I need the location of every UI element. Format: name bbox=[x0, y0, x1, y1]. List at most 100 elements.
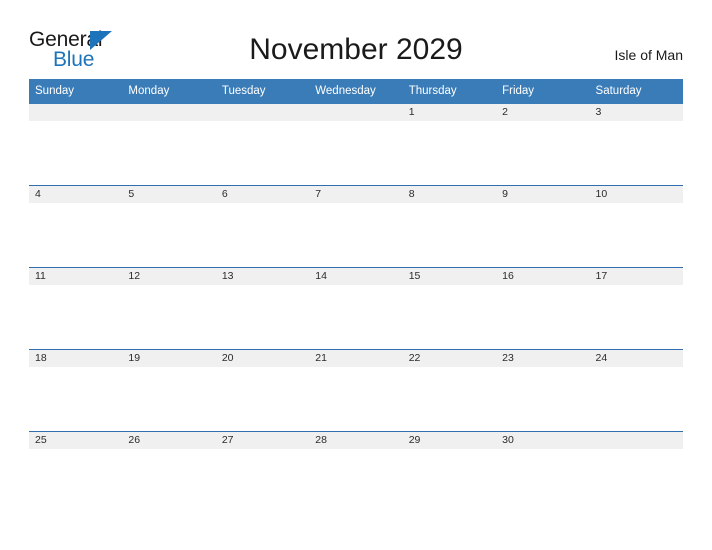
day-event-area[interactable] bbox=[589, 285, 683, 349]
day-cell[interactable]: 8 bbox=[402, 185, 497, 268]
day-event-area[interactable] bbox=[215, 121, 310, 185]
day-event-area[interactable] bbox=[122, 203, 216, 267]
day-cell[interactable]: 20 bbox=[215, 349, 310, 432]
day-event-area[interactable] bbox=[29, 203, 123, 267]
day-number bbox=[215, 104, 310, 121]
day-cell[interactable]: 25 bbox=[29, 431, 123, 513]
day-event-area[interactable] bbox=[402, 367, 497, 431]
day-number: 19 bbox=[122, 350, 216, 367]
calendar-header-row: Sunday Monday Tuesday Wednesday Thursday… bbox=[29, 79, 683, 104]
day-event-area[interactable] bbox=[29, 285, 123, 349]
day-event-area[interactable] bbox=[215, 285, 310, 349]
day-number: 29 bbox=[402, 432, 497, 449]
day-event-area[interactable] bbox=[122, 449, 216, 513]
day-cell[interactable]: 27 bbox=[215, 431, 310, 513]
day-event-area[interactable] bbox=[402, 121, 497, 185]
day-cell[interactable]: 17 bbox=[589, 267, 683, 350]
day-number: 12 bbox=[122, 268, 216, 285]
day-cell[interactable]: 11 bbox=[29, 267, 123, 350]
day-event-area[interactable] bbox=[309, 367, 403, 431]
calendar-week-row: 18 19 20 21 22 23 24 bbox=[29, 349, 683, 432]
day-event-area[interactable] bbox=[589, 449, 683, 513]
day-cell[interactable]: 15 bbox=[402, 267, 497, 350]
day-event-area[interactable] bbox=[496, 121, 590, 185]
day-cell[interactable]: 2 bbox=[496, 104, 590, 186]
day-cell[interactable]: 21 bbox=[309, 349, 403, 432]
day-event-area[interactable] bbox=[215, 367, 310, 431]
day-number: 8 bbox=[402, 186, 497, 203]
day-event-area[interactable] bbox=[122, 121, 216, 185]
day-number: 23 bbox=[496, 350, 590, 367]
day-number: 27 bbox=[215, 432, 310, 449]
day-event-area[interactable] bbox=[215, 449, 310, 513]
day-cell[interactable]: 24 bbox=[589, 349, 683, 432]
day-cell[interactable]: 19 bbox=[122, 349, 216, 432]
day-event-area[interactable] bbox=[215, 203, 310, 267]
day-event-area[interactable] bbox=[309, 449, 403, 513]
day-cell[interactable] bbox=[589, 431, 683, 513]
day-event-area[interactable] bbox=[122, 285, 216, 349]
day-cell[interactable]: 9 bbox=[496, 185, 590, 268]
day-event-area[interactable] bbox=[402, 285, 497, 349]
day-number bbox=[589, 432, 683, 449]
day-event-area[interactable] bbox=[402, 449, 497, 513]
day-cell[interactable]: 13 bbox=[215, 267, 310, 350]
day-number: 25 bbox=[29, 432, 123, 449]
weekday-header-sunday: Sunday bbox=[29, 79, 123, 104]
day-event-area[interactable] bbox=[589, 367, 683, 431]
day-cell[interactable]: 23 bbox=[496, 349, 590, 432]
weekday-header-friday: Friday bbox=[496, 79, 590, 104]
day-number: 10 bbox=[589, 186, 683, 203]
day-event-area[interactable] bbox=[496, 367, 590, 431]
day-cell[interactable]: 3 bbox=[589, 104, 683, 186]
weekday-header-thursday: Thursday bbox=[402, 79, 497, 104]
day-number: 3 bbox=[589, 104, 683, 121]
day-number: 7 bbox=[309, 186, 403, 203]
day-event-area[interactable] bbox=[496, 449, 590, 513]
day-event-area[interactable] bbox=[29, 121, 123, 185]
day-cell[interactable]: 14 bbox=[309, 267, 403, 350]
day-cell[interactable]: 18 bbox=[29, 349, 123, 432]
day-cell[interactable] bbox=[215, 104, 310, 186]
day-number bbox=[29, 104, 123, 121]
day-number: 13 bbox=[215, 268, 310, 285]
day-number: 5 bbox=[122, 186, 216, 203]
day-event-area[interactable] bbox=[309, 203, 403, 267]
day-cell[interactable] bbox=[309, 104, 403, 186]
day-event-area[interactable] bbox=[29, 449, 123, 513]
day-event-area[interactable] bbox=[402, 203, 497, 267]
calendar-table: Sunday Monday Tuesday Wednesday Thursday… bbox=[29, 79, 683, 513]
day-cell[interactable]: 4 bbox=[29, 185, 123, 268]
day-cell[interactable]: 30 bbox=[496, 431, 590, 513]
day-cell[interactable]: 1 bbox=[402, 104, 497, 186]
day-number: 21 bbox=[309, 350, 403, 367]
day-cell[interactable]: 10 bbox=[589, 185, 683, 268]
day-cell[interactable]: 5 bbox=[122, 185, 216, 268]
day-event-area[interactable] bbox=[589, 203, 683, 267]
day-event-area[interactable] bbox=[122, 367, 216, 431]
day-number: 1 bbox=[402, 104, 497, 121]
day-cell[interactable]: 6 bbox=[215, 185, 310, 268]
day-cell[interactable] bbox=[29, 104, 123, 186]
weekday-header-saturday: Saturday bbox=[589, 79, 683, 104]
day-cell[interactable] bbox=[122, 104, 216, 186]
day-cell[interactable]: 29 bbox=[402, 431, 497, 513]
calendar-week-row: 25 26 27 28 29 30 bbox=[29, 431, 683, 513]
day-cell[interactable]: 26 bbox=[122, 431, 216, 513]
day-cell[interactable]: 22 bbox=[402, 349, 497, 432]
day-event-area[interactable] bbox=[496, 285, 590, 349]
calendar-body: 1 2 3 4 5 6 7 8 9 10 11 12 13 14 15 16 1… bbox=[29, 104, 683, 513]
day-event-area[interactable] bbox=[309, 121, 403, 185]
day-event-area[interactable] bbox=[309, 285, 403, 349]
page-header: General Blue November 2029 Isle of Man bbox=[0, 0, 712, 78]
day-cell[interactable]: 28 bbox=[309, 431, 403, 513]
day-number: 24 bbox=[589, 350, 683, 367]
day-cell[interactable]: 7 bbox=[309, 185, 403, 268]
day-event-area[interactable] bbox=[496, 203, 590, 267]
calendar-week-row: 11 12 13 14 15 16 17 bbox=[29, 267, 683, 350]
day-cell[interactable]: 16 bbox=[496, 267, 590, 350]
day-cell[interactable]: 12 bbox=[122, 267, 216, 350]
location-label: Isle of Man bbox=[614, 47, 683, 63]
day-event-area[interactable] bbox=[589, 121, 683, 185]
day-event-area[interactable] bbox=[29, 367, 123, 431]
